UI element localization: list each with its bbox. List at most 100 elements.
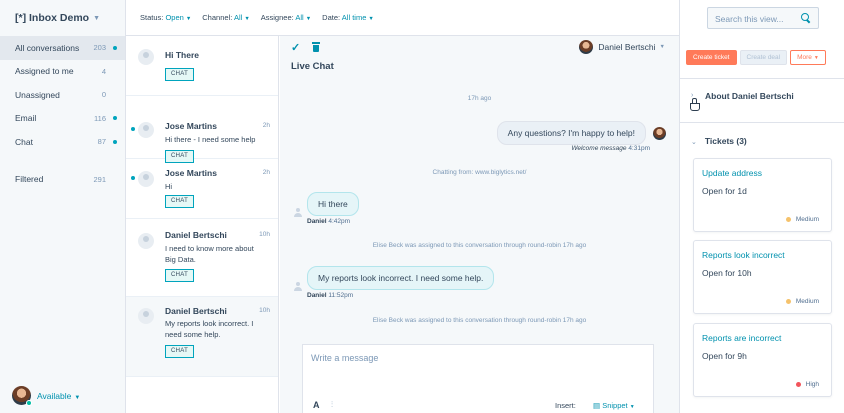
contact-avatar-icon (138, 49, 154, 65)
checkmark-icon[interactable]: ✓ (291, 41, 300, 54)
conversation-preview: Hi there - I need some help (165, 135, 256, 144)
list-item[interactable]: Hi There CHAT (126, 36, 278, 96)
conversation-list: Hi There CHAT Jose Martins 2h Hi there -… (126, 36, 279, 413)
conversation-name: Daniel Bertschi (165, 306, 227, 316)
ticket-status: Open for 10h (702, 268, 752, 278)
conversation-time: 10h (259, 307, 270, 314)
avatar (12, 386, 32, 406)
sidebar-item-count: 4 (101, 66, 106, 76)
message-sender: Daniel (307, 218, 327, 225)
visitor-message-bubble: Hi there (307, 192, 359, 216)
ticket-card[interactable]: Update address Open for 1d Medium (693, 158, 832, 232)
online-status-icon (26, 400, 32, 406)
filter-key: Assignee: (260, 13, 294, 22)
about-contact-section[interactable]: › About Daniel Bertschi (680, 78, 844, 123)
sidebar-item-label: Unassigned (15, 89, 60, 100)
tickets-section-header[interactable]: ⌄ Tickets (3) (691, 136, 747, 146)
sidebar-item-filtered[interactable]: Filtered 291 (0, 168, 125, 192)
more-button[interactable]: More ▼ (790, 50, 826, 65)
inbox-switcher[interactable]: [*] Inbox Demo ▼ (0, 0, 125, 36)
time-divider: 17h ago (467, 95, 492, 102)
snippet-dropdown[interactable]: ▤ Snippet ▼ (593, 401, 635, 410)
ticket-priority: High (795, 381, 819, 388)
sidebar-item-chat[interactable]: Chat 87 (0, 130, 125, 154)
chat-toolbar: ✓ Daniel Bertschi ▼ (280, 36, 679, 58)
ticket-name[interactable]: Reports look incorrect (702, 250, 785, 260)
sidebar-item-all-conversations[interactable]: All conversations 203 (0, 36, 125, 60)
filter-value: All (295, 13, 304, 22)
attachment-icon[interactable]: ⫶ (331, 400, 333, 410)
contact-avatar-icon (138, 171, 154, 187)
sidebar-item-label: Email (15, 113, 37, 124)
priority-dot-icon (785, 217, 791, 222)
ticket-name[interactable]: Reports are incorrect (702, 333, 781, 343)
ticket-status: Open for 1d (702, 186, 747, 196)
chevron-down-icon: ▼ (659, 44, 665, 50)
trash-icon[interactable] (312, 42, 321, 52)
filter-status[interactable]: Status: Open ▼ (140, 13, 191, 22)
filter-key: Status: (140, 13, 164, 22)
filter-value: All (233, 13, 243, 22)
list-item[interactable]: Jose Martins 2h Hi CHAT (126, 159, 278, 219)
ticket-name[interactable]: Update address (702, 168, 762, 178)
chevron-down-icon: ▼ (93, 14, 101, 22)
conversation-time: 10h (259, 231, 270, 238)
chevron-down-icon: ▼ (244, 16, 250, 22)
availability-toggle[interactable]: Available ▼ (12, 386, 81, 406)
filter-key: Date: (322, 13, 341, 22)
visitor-avatar-icon (293, 282, 303, 292)
search-icon[interactable] (801, 13, 810, 22)
contact-avatar-icon (138, 122, 154, 138)
list-item[interactable]: Daniel Bertschi 10h My reports look inco… (126, 297, 278, 377)
sidebar-item-count: 0 (101, 90, 106, 100)
assignee-dropdown[interactable]: Daniel Bertschi ▼ (579, 40, 665, 54)
assignee-name: Daniel Bertschi (598, 42, 656, 52)
more-label: More (797, 54, 812, 61)
availability-text: Available (37, 390, 72, 401)
message-composer[interactable]: Write a message A ⫶ Insert: ▤ Snippet ▼ (302, 344, 654, 413)
composer-placeholder: Write a message (311, 353, 379, 363)
create-deal-button[interactable]: Create deal (739, 50, 788, 65)
visitor-avatar-icon (293, 208, 303, 218)
priority-label: Medium (795, 298, 819, 305)
conversation-preview: Hi (165, 182, 173, 191)
filter-channel[interactable]: Channel: All ▼ (202, 13, 250, 22)
create-ticket-button[interactable]: Create ticket (686, 50, 737, 65)
conversation-time: 2h (262, 122, 270, 129)
snippet-icon: ▤ (593, 401, 601, 410)
ticket-priority: Medium (785, 216, 819, 223)
inbox-sidebar: [*] Inbox Demo ▼ All conversations 203 A… (0, 0, 126, 413)
message-meta: Daniel 4:42pm (307, 218, 350, 225)
contact-panel: Search this view... Create ticket Create… (679, 0, 844, 413)
welcome-message-bubble: Any questions? I'm happy to help! (496, 121, 646, 145)
chevron-down-icon: ▼ (74, 394, 81, 401)
message-meta: Daniel 11:52pm (307, 292, 353, 299)
priority-dot-icon (785, 299, 791, 304)
list-item[interactable]: Jose Martins 2h Hi there - I need some h… (126, 96, 278, 163)
filter-assignee[interactable]: Assignee: All ▼ (261, 13, 311, 22)
unread-dot-icon (131, 176, 135, 180)
ticket-card[interactable]: Reports look incorrect Open for 10h Medi… (693, 240, 832, 314)
sidebar-item-label: Chat (15, 136, 33, 147)
chevron-down-icon: ▼ (185, 16, 192, 22)
unread-dot-icon (113, 139, 117, 144)
sidebar-item-email[interactable]: Email 116 (0, 107, 125, 131)
conversation-preview: I need to know more about Big Data. (165, 244, 254, 264)
ticket-card[interactable]: Reports are incorrect Open for 9h High (693, 323, 832, 397)
avatar (653, 127, 666, 140)
conversation-preview: My reports look incorrect. I need some h… (165, 319, 254, 339)
sidebar-item-unassigned[interactable]: Unassigned 0 (0, 83, 125, 107)
contact-avatar-icon (138, 308, 154, 324)
sidebar-item-assigned-to-me[interactable]: Assigned to me 4 (0, 60, 125, 84)
snippet-label: Snippet (602, 401, 628, 410)
visitor-message-bubble: My reports look incorrect. I need some h… (307, 266, 495, 290)
list-item[interactable]: Daniel Bertschi 10h I need to know more … (126, 219, 278, 297)
ticket-status: Open for 9h (702, 351, 747, 361)
filter-date[interactable]: Date: All time ▼ (322, 13, 374, 22)
message-thread: 17h ago Any questions? I'm happy to help… (280, 76, 679, 346)
filter-key: Channel: (202, 13, 233, 22)
record-actions: Create ticket Create deal More ▼ (686, 50, 826, 65)
sidebar-item-count: 203 (93, 43, 106, 53)
search-input[interactable]: Search this view... (707, 7, 819, 29)
text-format-icon[interactable]: A (313, 400, 320, 410)
